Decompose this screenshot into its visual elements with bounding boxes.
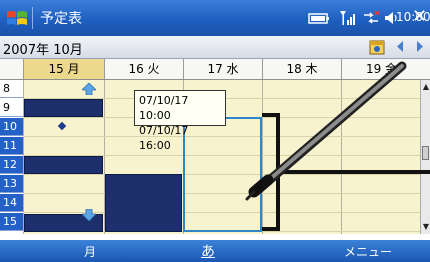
title-separator [32, 7, 33, 29]
softkey-bar: 月 あ メニュー [0, 240, 430, 262]
vertical-scrollbar[interactable]: ▲ ▼ [420, 80, 430, 234]
month-bar: 2007年 10月 [0, 36, 430, 59]
scroll-up-arrow-icon[interactable] [82, 83, 96, 95]
tooltip-end: 07/10/17 16:00 [139, 124, 189, 152]
windows-flag-icon[interactable] [6, 8, 28, 28]
title-bar: 予定表 10:00 ✕ [0, 0, 430, 36]
day-header-cell[interactable]: 16 火 [104, 59, 183, 79]
appointment-block[interactable] [24, 156, 103, 174]
day-header-cell[interactable]: 17 水 [183, 59, 262, 79]
appointment-block[interactable] [24, 99, 103, 117]
connectivity-icon[interactable] [362, 9, 380, 27]
appointment-block[interactable] [105, 174, 182, 232]
close-button[interactable]: ✕ [412, 6, 427, 27]
scrollbar-thumb[interactable] [422, 146, 429, 160]
softkey-month[interactable]: 月 [84, 243, 96, 260]
hour-label: 15 [0, 213, 23, 231]
day-column[interactable] [341, 80, 420, 234]
day-header-cell[interactable]: 19 金 [341, 59, 421, 79]
hour-label: 14 [0, 194, 23, 212]
day-header-cell[interactable]: 18 木 [262, 59, 341, 79]
hour-column: 8 9 10 11 12 13 14 15 16 [0, 80, 23, 234]
signal-icon[interactable] [338, 9, 356, 27]
selection-tooltip: 07/10/17 10:00 07/10/17 16:00 [134, 90, 226, 152]
next-arrow-icon[interactable] [415, 40, 425, 53]
scrollbar-down-icon[interactable]: ▼ [421, 222, 430, 232]
day-header-cell[interactable]: 15 月 [23, 59, 104, 79]
hour-label: 10 [0, 118, 23, 136]
hour-label: 11 [0, 137, 23, 155]
scrollbar-up-icon[interactable]: ▲ [421, 82, 430, 92]
hour-label: 9 [0, 99, 23, 117]
hour-label: 13 [0, 175, 23, 193]
hour-label: 12 [0, 156, 23, 174]
app-title: 予定表 [40, 11, 82, 27]
month-label[interactable]: 2007年 10月 [3, 39, 83, 58]
prev-arrow-icon[interactable] [395, 40, 405, 53]
softkey-menu[interactable]: メニュー [344, 243, 392, 260]
scroll-down-arrow-icon[interactable] [82, 209, 96, 221]
tooltip-start: 07/10/17 10:00 [139, 94, 189, 122]
today-calendar-icon[interactable] [369, 38, 385, 55]
hour-label: 16 [0, 232, 23, 234]
input-method-button[interactable]: あ [201, 241, 215, 261]
hour-label: 8 [0, 80, 23, 98]
day-header: 15 月 16 火 17 水 18 木 19 金 [0, 59, 430, 80]
callout-bracket [262, 113, 280, 231]
battery-icon[interactable] [308, 9, 330, 27]
callout-line [280, 170, 430, 174]
